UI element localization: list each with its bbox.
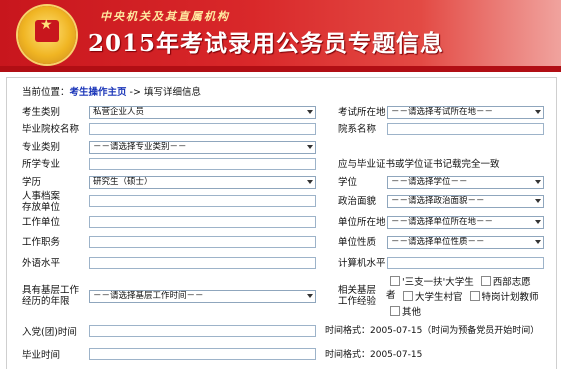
dropdown-arrow-icon <box>535 180 541 184</box>
department-input[interactable] <box>387 123 544 135</box>
exam-location-value: －－请选择考试所在地－－ <box>391 107 494 117</box>
sanzhiyifu-checkbox[interactable] <box>390 276 400 286</box>
political-status-select[interactable]: －－请选择政治面貌－－ <box>387 195 544 208</box>
western-volunteer-checkbox[interactable] <box>480 276 491 286</box>
political-status-label: 政治面貌 <box>338 196 377 207</box>
major-note: 应与毕业证书或学位证书记载完全一致 <box>338 159 500 170</box>
foreign-language-input[interactable] <box>89 257 316 269</box>
header-subtitle: 中央机关及其直属机构 <box>100 10 230 23</box>
grassroots-years-label-line1: 具有基层工作 <box>22 285 80 296</box>
school-input[interactable] <box>89 123 316 135</box>
dropdown-arrow-icon <box>535 110 541 114</box>
unit-nature-select[interactable]: －－请选择单位性质－－ <box>387 236 544 249</box>
breadcrumb-separator: -> <box>126 87 144 98</box>
breadcrumb-home-link[interactable]: 考生操作主页 <box>70 87 127 98</box>
western-volunteer-label-cont: 者 <box>386 290 396 301</box>
degree-label: 学位 <box>338 177 358 188</box>
grassroots-exp-label-line1: 相关基层 <box>338 285 377 296</box>
grad-date-note: 时间格式：2005-07-15 <box>325 350 423 360</box>
education-label: 学历 <box>22 177 42 188</box>
unit-nature-value: －－请选择单位性质－－ <box>391 237 485 247</box>
grassroots-exp-label-line2: 工作经验 <box>338 296 377 307</box>
special-teacher-label: 特岗计划教师 <box>481 292 539 303</box>
major-category-label: 专业类别 <box>22 142 61 153</box>
exam-location-select[interactable]: －－请选择考试所在地－－ <box>387 106 544 119</box>
breadcrumb: 当前位置：考生操作主页 -> 填写详细信息 <box>22 84 201 98</box>
political-status-value: －－请选择政治面貌－－ <box>391 196 485 206</box>
degree-value: －－请选择学位－－ <box>391 177 468 187</box>
national-emblem-icon <box>18 6 76 64</box>
grassroots-years-select[interactable]: －－请选择基层工作时间－－ <box>89 290 316 303</box>
party-date-input[interactable] <box>89 325 316 337</box>
sanzhiyifu-label: '三支一扶'大学生 <box>402 277 474 288</box>
major-label: 所学专业 <box>22 159 61 170</box>
village-official-checkbox[interactable] <box>403 291 413 301</box>
education-value: 研究生（硕士） <box>93 177 153 187</box>
grassroots-years-value: －－请选择基层工作时间－－ <box>93 291 204 301</box>
archive-unit-input[interactable] <box>89 195 316 207</box>
western-volunteer-label: 西部志愿 <box>492 277 531 288</box>
computer-level-input[interactable] <box>387 257 544 269</box>
unit-location-value: －－请选择单位所在地－－ <box>391 217 494 227</box>
foreign-language-label: 外语水平 <box>22 258 61 269</box>
breadcrumb-current: 填写详细信息 <box>143 87 201 98</box>
grassroots-exp-row3: 其他 <box>390 306 421 318</box>
dropdown-arrow-icon <box>535 220 541 224</box>
grassroots-exp-row2: 大学生村官 特岗计划教师 <box>403 291 539 303</box>
village-official-label: 大学生村官 <box>415 292 463 303</box>
major-category-value: －－请选择专业类别－－ <box>93 142 187 152</box>
education-select[interactable]: 研究生（硕士） <box>89 176 316 189</box>
header-banner: 中央机关及其直属机构 2015年考试录用公务员专题信息 <box>0 0 561 72</box>
job-title-input[interactable] <box>89 236 316 248</box>
unit-location-select[interactable]: －－请选择单位所在地－－ <box>387 216 544 229</box>
grassroots-exp-row1: '三支一扶'大学生 西部志愿 <box>390 276 531 288</box>
candidate-type-select[interactable]: 私营企业人员 <box>89 106 316 119</box>
party-date-label: 入党(团)时间 <box>22 327 77 338</box>
department-label: 院系名称 <box>338 124 377 135</box>
dropdown-arrow-icon <box>307 180 313 184</box>
grassroots-years-label-line2: 经历的年限 <box>22 296 70 307</box>
dropdown-arrow-icon <box>307 294 313 298</box>
unit-location-label: 单位所在地 <box>338 217 386 228</box>
computer-level-label: 计算机水平 <box>338 258 386 269</box>
other-label: 其他 <box>402 307 422 318</box>
party-date-note: 时间格式：2005-07-15（时间为预备党员开始时间） <box>325 326 540 336</box>
major-input[interactable] <box>89 158 316 170</box>
page-title: 2015年考试录用公务员专题信息 <box>88 30 445 57</box>
special-teacher-checkbox[interactable] <box>469 291 480 301</box>
exam-location-label: 考试所在地 <box>338 107 386 118</box>
candidate-type-label: 考生类别 <box>22 107 61 118</box>
archive-unit-label-line2: 存放单位 <box>22 202 61 213</box>
major-category-select[interactable]: －－请选择专业类别－－ <box>89 141 316 154</box>
breadcrumb-prefix: 当前位置： <box>22 87 70 98</box>
grad-date-input[interactable] <box>89 348 316 360</box>
candidate-type-value: 私营企业人员 <box>93 107 145 117</box>
grad-date-label: 毕业时间 <box>22 350 61 361</box>
dropdown-arrow-icon <box>307 110 313 114</box>
school-label: 毕业院校名称 <box>22 124 80 135</box>
dropdown-arrow-icon <box>535 240 541 244</box>
dropdown-arrow-icon <box>307 145 313 149</box>
degree-select[interactable]: －－请选择学位－－ <box>387 176 544 189</box>
unit-nature-label: 单位性质 <box>338 237 377 248</box>
work-unit-input[interactable] <box>89 216 316 228</box>
dropdown-arrow-icon <box>535 199 541 203</box>
job-title-label: 工作职务 <box>22 237 61 248</box>
other-checkbox[interactable] <box>390 306 400 316</box>
archive-unit-label-line1: 人事档案 <box>22 191 61 202</box>
work-unit-label: 工作单位 <box>22 217 61 228</box>
